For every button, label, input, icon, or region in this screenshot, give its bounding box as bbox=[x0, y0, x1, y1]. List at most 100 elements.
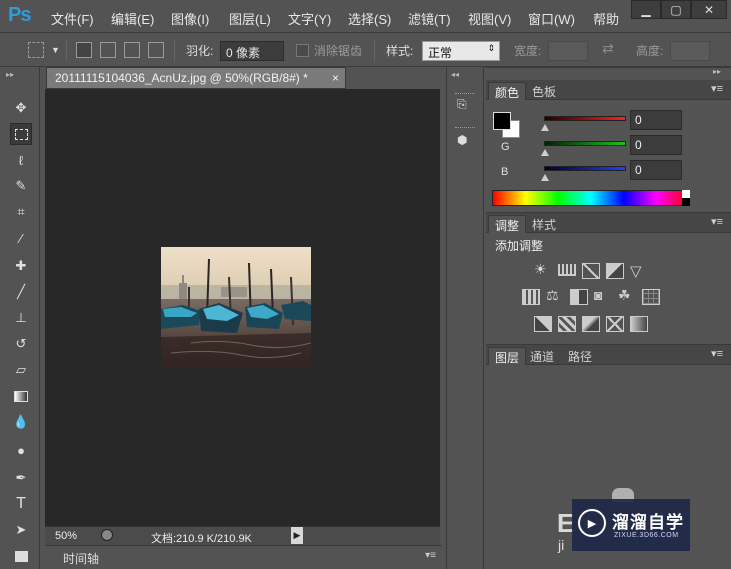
logo-fragment: ji bbox=[558, 537, 565, 553]
swap-icon[interactable]: ⇄ bbox=[602, 40, 614, 57]
style-select[interactable]: 正常 ⇕ bbox=[422, 41, 500, 61]
antialias-checkbox[interactable] bbox=[296, 44, 309, 57]
red-slider-thumb[interactable] bbox=[541, 124, 549, 131]
menu-filter[interactable]: 滤镜(T) bbox=[408, 9, 451, 28]
foreground-color-swatch[interactable] bbox=[493, 112, 511, 130]
pen-tool-icon[interactable]: ✒ bbox=[10, 467, 32, 489]
panel-menu-icon[interactable]: ▾≡ bbox=[425, 550, 436, 561]
type-tool-icon[interactable]: T bbox=[10, 493, 32, 515]
move-tool-icon[interactable]: ✥ bbox=[10, 97, 32, 119]
green-value-input[interactable]: 0 bbox=[630, 135, 682, 155]
history-brush-tool-icon[interactable]: ↺ bbox=[10, 333, 32, 355]
restore-button[interactable]: ▢ bbox=[661, 0, 691, 19]
eraser-tool-icon[interactable]: ▱ bbox=[10, 359, 32, 381]
menu-layer[interactable]: 图层(L) bbox=[229, 9, 271, 28]
tab-adjustments[interactable]: 调整 bbox=[488, 215, 527, 233]
dodge-tool-icon[interactable]: ● bbox=[10, 439, 32, 461]
subtract-selection-icon[interactable] bbox=[124, 42, 140, 58]
properties-icon[interactable]: ⬢ bbox=[457, 133, 475, 149]
add-adjustment-heading: 添加调整 bbox=[495, 239, 544, 253]
tab-styles[interactable]: 样式 bbox=[526, 215, 562, 233]
height-input[interactable] bbox=[670, 41, 710, 61]
collapse-panels-icon[interactable]: ▸▸ bbox=[713, 67, 721, 76]
hue-saturation-icon[interactable] bbox=[522, 289, 540, 305]
expand-dock-icon[interactable]: ◂◂ bbox=[451, 70, 459, 79]
lasso-tool-icon[interactable]: ℓ bbox=[10, 149, 32, 171]
menu-help[interactable]: 帮助 bbox=[593, 9, 619, 28]
healing-brush-tool-icon[interactable]: ✚ bbox=[10, 255, 32, 277]
red-slider-track[interactable] bbox=[544, 116, 626, 121]
posterize-icon[interactable] bbox=[558, 316, 576, 332]
feather-label: 羽化: bbox=[186, 44, 214, 58]
height-label: 高度: bbox=[636, 44, 664, 58]
zoom-level[interactable]: 50% bbox=[55, 530, 77, 542]
add-selection-icon[interactable] bbox=[100, 42, 116, 58]
intersect-selection-icon[interactable] bbox=[148, 42, 164, 58]
panel-menu-icon[interactable]: ▾≡ bbox=[711, 82, 723, 95]
blue-slider-track[interactable] bbox=[544, 166, 626, 171]
green-slider-thumb[interactable] bbox=[541, 149, 549, 156]
panel-menu-icon[interactable]: ▾≡ bbox=[711, 347, 723, 360]
menu-type[interactable]: 文字(Y) bbox=[288, 9, 331, 28]
history-icon[interactable]: ⎘ bbox=[457, 97, 475, 113]
eyedropper-tool-icon[interactable]: ⁄ bbox=[10, 227, 32, 249]
menu-window[interactable]: 窗口(W) bbox=[528, 9, 575, 28]
minimize-button[interactable]: ▁ bbox=[631, 0, 661, 19]
gradient-map-icon[interactable] bbox=[630, 316, 648, 332]
marquee-preset-icon[interactable] bbox=[28, 42, 44, 58]
document-image[interactable] bbox=[161, 247, 311, 367]
tab-layers[interactable]: 图层 bbox=[488, 347, 527, 365]
gondola-photo bbox=[161, 247, 311, 367]
color-balance-icon[interactable]: ⚖ bbox=[546, 287, 564, 303]
red-value-input[interactable]: 0 bbox=[630, 110, 682, 130]
feather-input[interactable]: 0 像素 bbox=[220, 41, 284, 61]
photo-filter-icon[interactable]: ◙ bbox=[594, 287, 612, 303]
threshold-icon[interactable] bbox=[582, 316, 600, 332]
menu-view[interactable]: 视图(V) bbox=[468, 9, 511, 28]
path-select-tool-icon[interactable]: ➤ bbox=[10, 519, 32, 541]
exposure-icon[interactable] bbox=[606, 263, 624, 279]
levels-icon[interactable] bbox=[558, 264, 576, 276]
tab-channels[interactable]: 通道 bbox=[524, 347, 560, 365]
black-white-icon[interactable] bbox=[570, 289, 588, 305]
blur-tool-icon[interactable]: 💧 bbox=[10, 411, 32, 433]
document-tab[interactable]: 20111115104036_AcnUz.jpg @ 50%(RGB/8#) *… bbox=[46, 67, 346, 89]
tab-swatches[interactable]: 色板 bbox=[526, 82, 562, 100]
curves-icon[interactable] bbox=[582, 263, 600, 279]
menu-image[interactable]: 图像(I) bbox=[171, 9, 209, 28]
panel-menu-icon[interactable]: ▾≡ bbox=[711, 215, 723, 228]
quick-select-tool-icon[interactable]: ✎ bbox=[10, 175, 32, 197]
canvas-area[interactable] bbox=[45, 89, 440, 526]
invert-icon[interactable] bbox=[534, 316, 552, 332]
new-selection-icon[interactable] bbox=[76, 42, 92, 58]
green-label: G bbox=[501, 141, 510, 153]
menu-select[interactable]: 选择(S) bbox=[348, 9, 391, 28]
gradient-tool-icon[interactable] bbox=[10, 385, 32, 407]
channel-mixer-icon[interactable]: ☘ bbox=[618, 287, 636, 303]
selective-color-icon[interactable] bbox=[606, 316, 624, 332]
tab-paths[interactable]: 路径 bbox=[562, 347, 598, 365]
collapse-icon[interactable]: ▸▸ bbox=[6, 70, 14, 79]
status-menu-arrow-icon[interactable]: ▶ bbox=[291, 527, 303, 544]
menu-file[interactable]: 文件(F) bbox=[51, 9, 94, 28]
timeline-tab[interactable]: 时间轴 bbox=[63, 550, 99, 567]
crop-tool-icon[interactable]: ⌗ bbox=[10, 201, 32, 223]
share-icon[interactable] bbox=[101, 529, 113, 541]
stamp-tool-icon[interactable]: ⊥ bbox=[10, 307, 32, 329]
color-spectrum-bar[interactable] bbox=[492, 190, 690, 206]
blue-value-input[interactable]: 0 bbox=[630, 160, 682, 180]
brush-tool-icon[interactable]: ╱ bbox=[10, 281, 32, 303]
tab-color[interactable]: 颜色 bbox=[488, 82, 527, 100]
brightness-contrast-icon[interactable]: ☀ bbox=[534, 261, 552, 277]
chevron-down-icon[interactable]: ▼ bbox=[51, 45, 60, 55]
blue-slider-thumb[interactable] bbox=[541, 174, 549, 181]
menu-edit[interactable]: 编辑(E) bbox=[111, 9, 154, 28]
close-button[interactable]: ✕ bbox=[691, 0, 727, 19]
green-slider-track[interactable] bbox=[544, 141, 626, 146]
shape-tool-icon[interactable] bbox=[10, 545, 32, 567]
marquee-tool-icon[interactable] bbox=[10, 123, 32, 145]
close-document-icon[interactable]: × bbox=[332, 71, 339, 85]
vibrance-icon[interactable]: ▽ bbox=[630, 262, 648, 280]
color-lookup-icon[interactable] bbox=[642, 289, 660, 305]
width-input[interactable] bbox=[548, 41, 588, 61]
